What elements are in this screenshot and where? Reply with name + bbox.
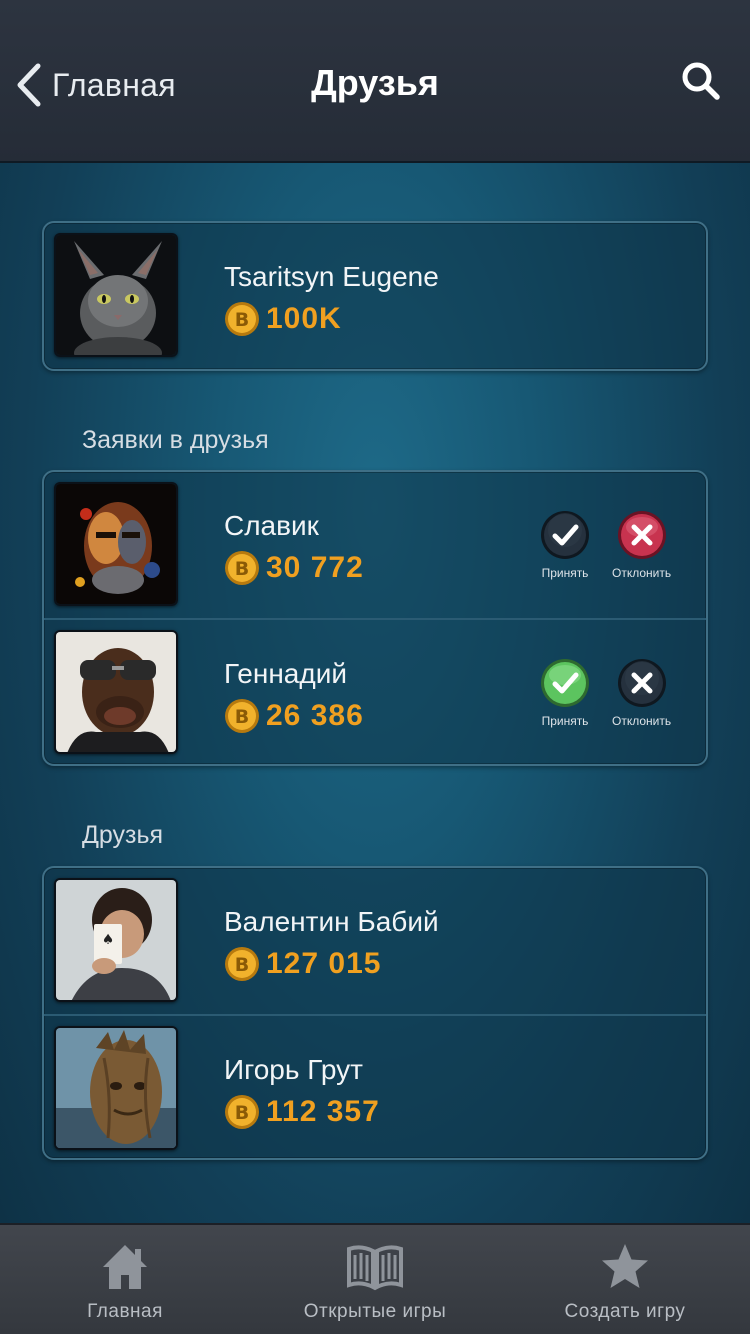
decline-label: Отклонить <box>612 714 672 728</box>
coin-amount: 112 357 <box>266 1095 380 1128</box>
coin-icon: B <box>225 302 259 336</box>
accept-label: Принять <box>541 714 589 728</box>
avatar <box>54 1026 178 1150</box>
open-book-icon <box>347 1245 403 1291</box>
player-name: Геннадий <box>224 658 347 689</box>
coin-balance: B 112 357 <box>224 1094 380 1130</box>
list-item[interactable]: Славик B 30 772 Принять Отклонить <box>44 472 706 618</box>
avatar <box>54 482 178 606</box>
coin-amount: 26 386 <box>266 699 364 732</box>
svg-text:B: B <box>235 309 249 331</box>
accept-request-button[interactable]: Принять <box>540 658 590 728</box>
tab-bar: Главная Открытые игры Создать игру <box>0 1223 750 1334</box>
friends-list-card: ♠ Валентин Бабий B 127 015 Игорь Грут B … <box>42 866 708 1160</box>
svg-text:B: B <box>235 1102 249 1124</box>
checkmark-icon <box>541 511 589 559</box>
decline-label: Отклонить <box>612 566 672 580</box>
svg-text:B: B <box>235 706 249 728</box>
star-icon <box>602 1244 648 1288</box>
avatar: ♠ <box>54 878 178 1002</box>
tab-open-games[interactable]: Открытые игры <box>250 1225 500 1334</box>
tab-open-games-label: Открытые игры <box>303 1301 447 1322</box>
coin-amount: 127 015 <box>266 947 382 980</box>
close-icon <box>617 511 666 559</box>
player-name: Игорь Грут <box>224 1054 363 1085</box>
list-item[interactable]: Игорь Грут B 112 357 <box>44 1014 706 1158</box>
friend-requests-card: Славик B 30 772 Принять Отклонить Геннад… <box>42 470 708 766</box>
coin-balance: B 26 386 <box>224 698 364 734</box>
checkmark-icon <box>541 659 589 707</box>
coin-amount: 30 772 <box>266 551 364 584</box>
list-item[interactable]: ♠ Валентин Бабий B 127 015 <box>44 868 706 1014</box>
requests-section-title: Заявки в друзья <box>82 426 269 454</box>
player-name: Tsaritsyn Eugene <box>224 261 439 292</box>
avatar <box>54 630 178 754</box>
search-icon <box>682 62 720 100</box>
coin-icon: B <box>225 551 259 585</box>
coin-balance: B 127 015 <box>224 946 381 982</box>
avatar <box>54 233 178 357</box>
svg-text:B: B <box>235 954 249 976</box>
coin-icon: B <box>225 1095 259 1129</box>
decline-request-button[interactable]: Отклонить <box>612 658 671 728</box>
page-title: Друзья <box>311 62 439 103</box>
coin-balance: B 100K <box>224 301 342 337</box>
friends-section-title: Друзья <box>82 821 164 849</box>
tab-home[interactable]: Главная <box>0 1225 250 1334</box>
svg-text:B: B <box>235 558 249 580</box>
tab-home-label: Главная <box>87 1301 163 1322</box>
search-button[interactable] <box>680 60 722 102</box>
tab-create-game-label: Создать игру <box>564 1301 686 1322</box>
list-item[interactable]: Геннадий B 26 386 Принять Отклонить <box>44 618 706 764</box>
coin-amount: 100K <box>266 302 342 335</box>
player-name: Славик <box>224 510 319 541</box>
player-name: Валентин Бабий <box>224 906 439 937</box>
close-icon <box>617 659 666 707</box>
coin-icon: B <box>225 699 259 733</box>
accept-label: Принять <box>541 566 589 580</box>
home-icon <box>103 1245 147 1289</box>
decline-request-button[interactable]: Отклонить <box>612 510 671 580</box>
my-profile-card: Tsaritsyn Eugene B 100K <box>42 221 708 371</box>
svg-text:♠: ♠ <box>102 932 115 948</box>
coin-balance: B 30 772 <box>224 550 364 586</box>
profile-row[interactable]: Tsaritsyn Eugene B 100K <box>44 223 706 369</box>
accept-request-button[interactable]: Принять <box>540 510 590 580</box>
coin-icon: B <box>225 947 259 981</box>
navigation-bar: Главная Друзья <box>0 0 750 163</box>
tab-create-game[interactable]: Создать игру <box>500 1225 750 1334</box>
